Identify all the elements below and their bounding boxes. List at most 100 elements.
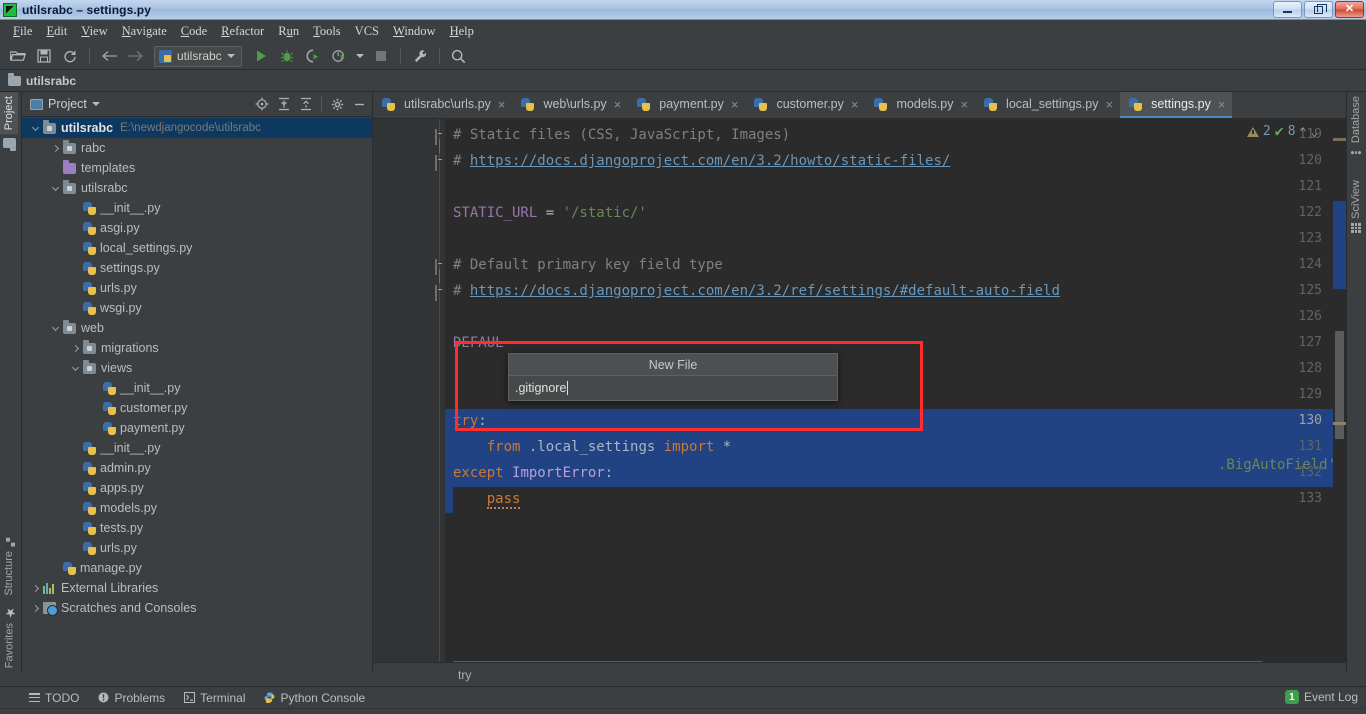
chevron-right-icon[interactable] <box>30 603 41 614</box>
tree-row[interactable]: apps.py <box>22 478 372 498</box>
minimize-button[interactable] <box>1273 1 1302 18</box>
close-icon[interactable]: × <box>1105 98 1113 111</box>
editor-gutter[interactable] <box>373 119 445 672</box>
tree-row[interactable]: local_settings.py <box>22 238 372 258</box>
menu-item-edit[interactable]: Edit <box>39 21 74 42</box>
tree-row[interactable]: migrations <box>22 338 372 358</box>
maximize-button[interactable] <box>1304 1 1333 18</box>
editor-tab[interactable]: local_settings.py × <box>975 92 1120 118</box>
profile-dropdown-icon[interactable] <box>353 45 367 67</box>
tree-row[interactable]: __init__.py <box>22 198 372 218</box>
tree-row[interactable]: admin.py <box>22 458 372 478</box>
open-folder-icon[interactable] <box>6 45 30 67</box>
tree-row[interactable]: utilsrabc E:\newdjangocode\utilsrabc <box>22 118 372 138</box>
tree-row[interactable]: templates <box>22 158 372 178</box>
chevron-up-icon[interactable]: ⌃ <box>1300 125 1307 139</box>
tree-row[interactable]: manage.py <box>22 558 372 578</box>
menu-item-navigate[interactable]: Navigate <box>115 21 174 42</box>
event-log-button[interactable]: 1 Event Log <box>1284 686 1358 708</box>
editor-tab[interactable]: utilsrabc\urls.py × <box>373 92 512 118</box>
settings-gear-icon[interactable] <box>328 95 346 113</box>
chevron-right-icon[interactable] <box>50 143 61 154</box>
collapse-all-icon[interactable] <box>297 95 315 113</box>
close-icon[interactable]: × <box>960 98 968 111</box>
chevron-right-icon[interactable] <box>30 583 41 594</box>
run-configuration-selector[interactable]: utilsrabc <box>154 45 242 67</box>
menu-item-vcs[interactable]: VCS <box>348 21 386 42</box>
tree-row[interactable]: External Libraries <box>22 578 372 598</box>
sidebar-tab-sciview[interactable]: SciView <box>1347 176 1365 237</box>
tree-row[interactable]: __init__.py <box>22 378 372 398</box>
tree-row[interactable]: models.py <box>22 498 372 518</box>
arrow-right-icon[interactable] <box>123 45 147 67</box>
code-fold-icon[interactable] <box>435 259 444 283</box>
close-icon[interactable]: × <box>731 98 739 111</box>
sidebar-tab-favorites[interactable]: Favorites ★ <box>0 600 19 672</box>
code-editor[interactable]: 119 # Static files (CSS, JavaScript, Imag… <box>373 119 1346 672</box>
editor-tab[interactable]: payment.py × <box>628 92 745 118</box>
close-icon[interactable]: × <box>1218 98 1226 111</box>
code-fold-icon[interactable] <box>435 129 444 153</box>
new-file-name-input[interactable]: .gitignore <box>509 376 837 400</box>
tree-row[interactable]: utilsrabc <box>22 178 372 198</box>
menu-item-help[interactable]: Help <box>443 21 481 42</box>
sidebar-tab-project[interactable]: Project <box>0 92 18 135</box>
tree-row[interactable]: tests.py <box>22 518 372 538</box>
navigation-bar[interactable]: utilsrabc <box>0 70 1366 92</box>
sync-icon[interactable] <box>58 45 82 67</box>
close-icon[interactable]: × <box>851 98 859 111</box>
close-icon[interactable]: × <box>614 98 622 111</box>
wrench-icon[interactable] <box>408 45 432 67</box>
tree-row[interactable]: settings.py <box>22 258 372 278</box>
hide-panel-icon[interactable] <box>350 95 368 113</box>
menu-item-code[interactable]: Code <box>174 21 214 42</box>
code-fold-icon[interactable] <box>435 285 444 301</box>
tree-row[interactable]: urls.py <box>22 278 372 298</box>
run-icon[interactable] <box>249 45 273 67</box>
new-file-dialog[interactable]: New File .gitignore <box>508 353 838 401</box>
editor-tab[interactable]: web\urls.py × <box>512 92 628 118</box>
sidebar-tab-database[interactable]: Database <box>1347 92 1365 162</box>
chevron-down-icon[interactable] <box>50 183 61 194</box>
tree-row[interactable]: urls.py <box>22 538 372 558</box>
tree-row[interactable]: rabc <box>22 138 372 158</box>
tree-row[interactable]: Scratches and Consoles <box>22 598 372 618</box>
run-with-coverage-icon[interactable] <box>301 45 325 67</box>
bottom-tab-python-console[interactable]: Python Console <box>264 691 365 705</box>
bottom-tab-todo[interactable]: TODO <box>28 691 79 705</box>
inspection-widget[interactable]: 2 ✔ 8 ⌃ ⌄ <box>1246 124 1318 139</box>
chevron-down-icon[interactable]: ⌄ <box>1311 125 1318 139</box>
close-icon[interactable]: × <box>498 98 506 111</box>
locate-icon[interactable] <box>253 95 271 113</box>
tree-row[interactable]: views <box>22 358 372 378</box>
tree-row[interactable]: payment.py <box>22 418 372 438</box>
debug-bug-icon[interactable] <box>275 45 299 67</box>
sidebar-tab-structure[interactable]: Structure <box>0 534 18 600</box>
chevron-down-icon[interactable] <box>91 102 100 106</box>
save-icon[interactable] <box>32 45 56 67</box>
bottom-tab-problems[interactable]: Problems <box>97 691 165 705</box>
profile-icon[interactable] <box>327 45 351 67</box>
editor-vertical-scrollbar[interactable] <box>1333 119 1346 672</box>
tree-row[interactable]: wsgi.py <box>22 298 372 318</box>
tree-row[interactable]: customer.py <box>22 398 372 418</box>
expand-all-icon[interactable] <box>275 95 293 113</box>
sidebar-tab-files[interactable] <box>0 134 19 154</box>
tree-row[interactable]: asgi.py <box>22 218 372 238</box>
project-tree[interactable]: utilsrabc E:\newdjangocode\utilsrabc rabc t… <box>22 117 372 672</box>
editor-breadcrumb[interactable]: try <box>373 662 1346 686</box>
editor-tab[interactable]: customer.py × <box>745 92 865 118</box>
close-button[interactable]: ✕ <box>1335 1 1364 18</box>
tree-row[interactable]: web <box>22 318 372 338</box>
menu-item-tools[interactable]: Tools <box>306 21 348 42</box>
tree-row[interactable]: __init__.py <box>22 438 372 458</box>
chevron-down-icon[interactable] <box>50 323 61 334</box>
chevron-down-icon[interactable] <box>70 363 81 374</box>
chevron-down-icon[interactable] <box>30 123 41 134</box>
search-icon[interactable] <box>447 45 471 67</box>
menu-item-refactor[interactable]: Refactor <box>214 21 271 42</box>
menu-item-view[interactable]: View <box>74 21 114 42</box>
menu-item-file[interactable]: File <box>6 21 39 42</box>
arrow-left-icon[interactable] <box>97 45 121 67</box>
menu-item-window[interactable]: Window <box>386 21 443 42</box>
